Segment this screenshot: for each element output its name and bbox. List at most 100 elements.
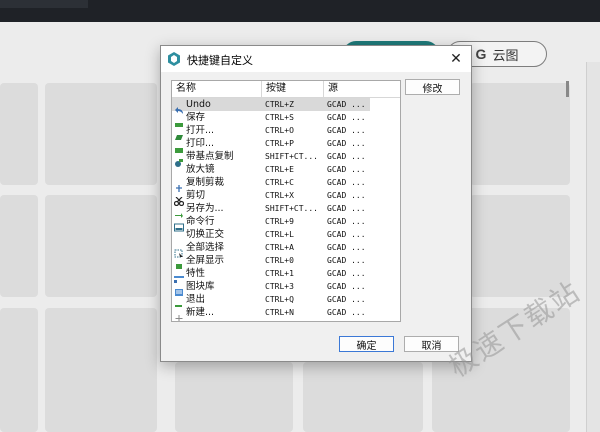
shortcut-row[interactable]: 剪切 CTRL+X GCAD ... xyxy=(172,189,370,207)
shortcut-key: CTRL+Z xyxy=(265,100,294,109)
command-name: 剪切 xyxy=(186,190,206,201)
shortcut-row[interactable]: 打开... CTRL+O GCAD ... xyxy=(172,124,370,140)
command-name: 全屏显示 xyxy=(186,255,225,266)
shortcut-key: CTRL+9 xyxy=(265,217,294,226)
shortcut-row[interactable]: Undo CTRL+Z GCAD ... xyxy=(172,98,370,114)
exit-icon xyxy=(174,295,184,307)
column-header-source[interactable]: 源 xyxy=(324,81,370,97)
app-logo-icon xyxy=(168,52,180,66)
file-tile[interactable] xyxy=(0,83,38,185)
shortcut-source: GCAD ... xyxy=(327,308,366,317)
command-name: 打印... xyxy=(186,138,215,149)
list-header: 名称 按键 源 xyxy=(172,81,400,98)
properties-icon xyxy=(174,269,184,283)
print-icon xyxy=(174,139,184,153)
shortcut-source: GCAD ... xyxy=(327,191,366,200)
file-tile[interactable] xyxy=(470,83,570,185)
command-name: 新建... xyxy=(186,307,215,318)
command-name: 保存 xyxy=(186,112,206,123)
cloud-logo-icon: G xyxy=(475,46,487,62)
command-name: 另存为... xyxy=(186,203,224,214)
shortcut-key: CTRL+P xyxy=(265,139,294,148)
select-all-icon xyxy=(174,243,184,258)
shortcut-key: CTRL+0 xyxy=(265,256,294,265)
edit-button[interactable]: 修改 xyxy=(405,79,460,95)
command-line-icon xyxy=(174,217,184,232)
command-name: 切换正交 xyxy=(186,229,225,240)
command-name: 全部选择 xyxy=(186,242,225,253)
shortcut-key: CTRL+C xyxy=(265,178,294,187)
shortcut-source: GCAD ... xyxy=(327,282,366,291)
shortcut-source: GCAD ... xyxy=(327,113,366,122)
shortcut-key: CTRL+A xyxy=(265,243,294,252)
file-tile[interactable] xyxy=(0,308,38,432)
undo-icon xyxy=(174,100,184,114)
shortcut-key: CTRL+L xyxy=(265,230,294,239)
copy-clip-icon xyxy=(174,178,184,192)
shortcut-row[interactable]: 复制剪裁 CTRL+C GCAD ... xyxy=(172,176,370,192)
command-name: 带基点复制 xyxy=(186,151,234,162)
save-as-icon xyxy=(174,204,184,218)
file-tile[interactable] xyxy=(45,83,157,185)
shortcut-row[interactable]: 带基点复制 SHIFT+CT... GCAD ... xyxy=(172,150,370,167)
shortcut-source: GCAD ... xyxy=(327,295,366,304)
column-header-key[interactable]: 按键 xyxy=(262,81,324,97)
shortcut-key: CTRL+1 xyxy=(265,269,294,278)
file-tile[interactable] xyxy=(0,195,38,297)
close-button[interactable]: ✕ xyxy=(446,49,466,69)
shortcut-key: CTRL+N xyxy=(265,308,294,317)
shortcut-row[interactable]: 全屏显示 CTRL+0 GCAD ... xyxy=(172,254,370,269)
shortcut-row[interactable]: 打印... CTRL+P GCAD ... xyxy=(172,137,370,153)
shortcut-row[interactable]: 退出 CTRL+Q GCAD ... xyxy=(172,293,370,307)
shortcut-source: GCAD ... xyxy=(327,243,366,252)
copy-basepoint-icon xyxy=(174,152,184,167)
command-name: 退出 xyxy=(186,294,206,305)
command-name: 特性 xyxy=(186,268,206,279)
column-header-name[interactable]: 名称 xyxy=(172,81,262,97)
page-scrollbar-thumb[interactable] xyxy=(566,81,569,97)
command-name: 命令行 xyxy=(186,216,215,227)
shortcut-source: GCAD ... xyxy=(327,256,366,265)
shortcut-key: SHIFT+CT... xyxy=(265,152,318,161)
shortcut-row[interactable]: 保存 CTRL+S GCAD ... xyxy=(172,111,370,127)
file-tile[interactable] xyxy=(45,195,157,297)
shortcut-customize-dialog: 快捷键自定义 ✕ 名称 按键 源 Undo CTRL+Z GCAD ... 保存 CTR… xyxy=(160,45,472,362)
file-tile[interactable] xyxy=(175,362,293,432)
shortcut-row[interactable]: 命令行 CTRL+9 GCAD ... xyxy=(172,215,370,232)
command-name: 打开... xyxy=(186,125,215,136)
shortcut-key: CTRL+E xyxy=(265,165,294,174)
dialog-title: 快捷键自定义 xyxy=(187,54,253,67)
shortcut-row[interactable]: 全部选择 CTRL+A GCAD ... xyxy=(172,241,370,258)
shortcut-source: GCAD ... xyxy=(327,230,366,239)
shortcut-key: CTRL+3 xyxy=(265,282,294,291)
close-icon: ✕ xyxy=(450,51,462,67)
block-library-icon xyxy=(174,282,184,296)
shortcut-row[interactable]: 放大镜 CTRL+E GCAD ... xyxy=(172,163,370,176)
cut-icon xyxy=(173,191,185,207)
shortcut-source: GCAD ... xyxy=(327,217,366,226)
shortcut-source: GCAD ... xyxy=(327,152,366,161)
cloud-button-label: 云图 xyxy=(492,48,519,64)
command-name: Undo xyxy=(186,99,211,110)
shortcut-source: GCAD ... xyxy=(327,126,366,135)
command-name: 复制剪裁 xyxy=(186,177,225,188)
shortcut-key: CTRL+Q xyxy=(265,295,294,304)
shortcut-row[interactable]: 图块库 CTRL+3 GCAD ... xyxy=(172,280,370,296)
shortcut-row[interactable]: 新建... CTRL+N GCAD ... xyxy=(172,306,370,321)
ok-button[interactable]: 确定 xyxy=(339,336,394,352)
shortcut-source: GCAD ... xyxy=(327,139,366,148)
shortcut-key: SHIFT+CT... xyxy=(265,204,318,213)
shortcut-key: CTRL+S xyxy=(265,113,294,122)
file-tile[interactable] xyxy=(303,362,423,432)
shortcut-list[interactable]: 名称 按键 源 Undo CTRL+Z GCAD ... 保存 CTRL+S GCAD .… xyxy=(171,80,401,322)
shortcut-key: CTRL+X xyxy=(265,191,294,200)
shortcut-row[interactable]: 切换正交 CTRL+L GCAD ... xyxy=(172,228,370,241)
shortcut-source: GCAD ... xyxy=(327,165,366,174)
open-icon xyxy=(174,126,184,140)
shortcut-row[interactable]: 另存为... SHIFT+CT... GCAD ... xyxy=(172,202,370,218)
shortcut-source: GCAD ... xyxy=(327,269,366,278)
shortcut-row[interactable]: 特性 CTRL+1 GCAD ... xyxy=(172,267,370,283)
file-tile[interactable] xyxy=(45,308,157,432)
save-icon xyxy=(174,113,184,127)
dialog-titlebar[interactable]: 快捷键自定义 ✕ xyxy=(161,46,471,72)
